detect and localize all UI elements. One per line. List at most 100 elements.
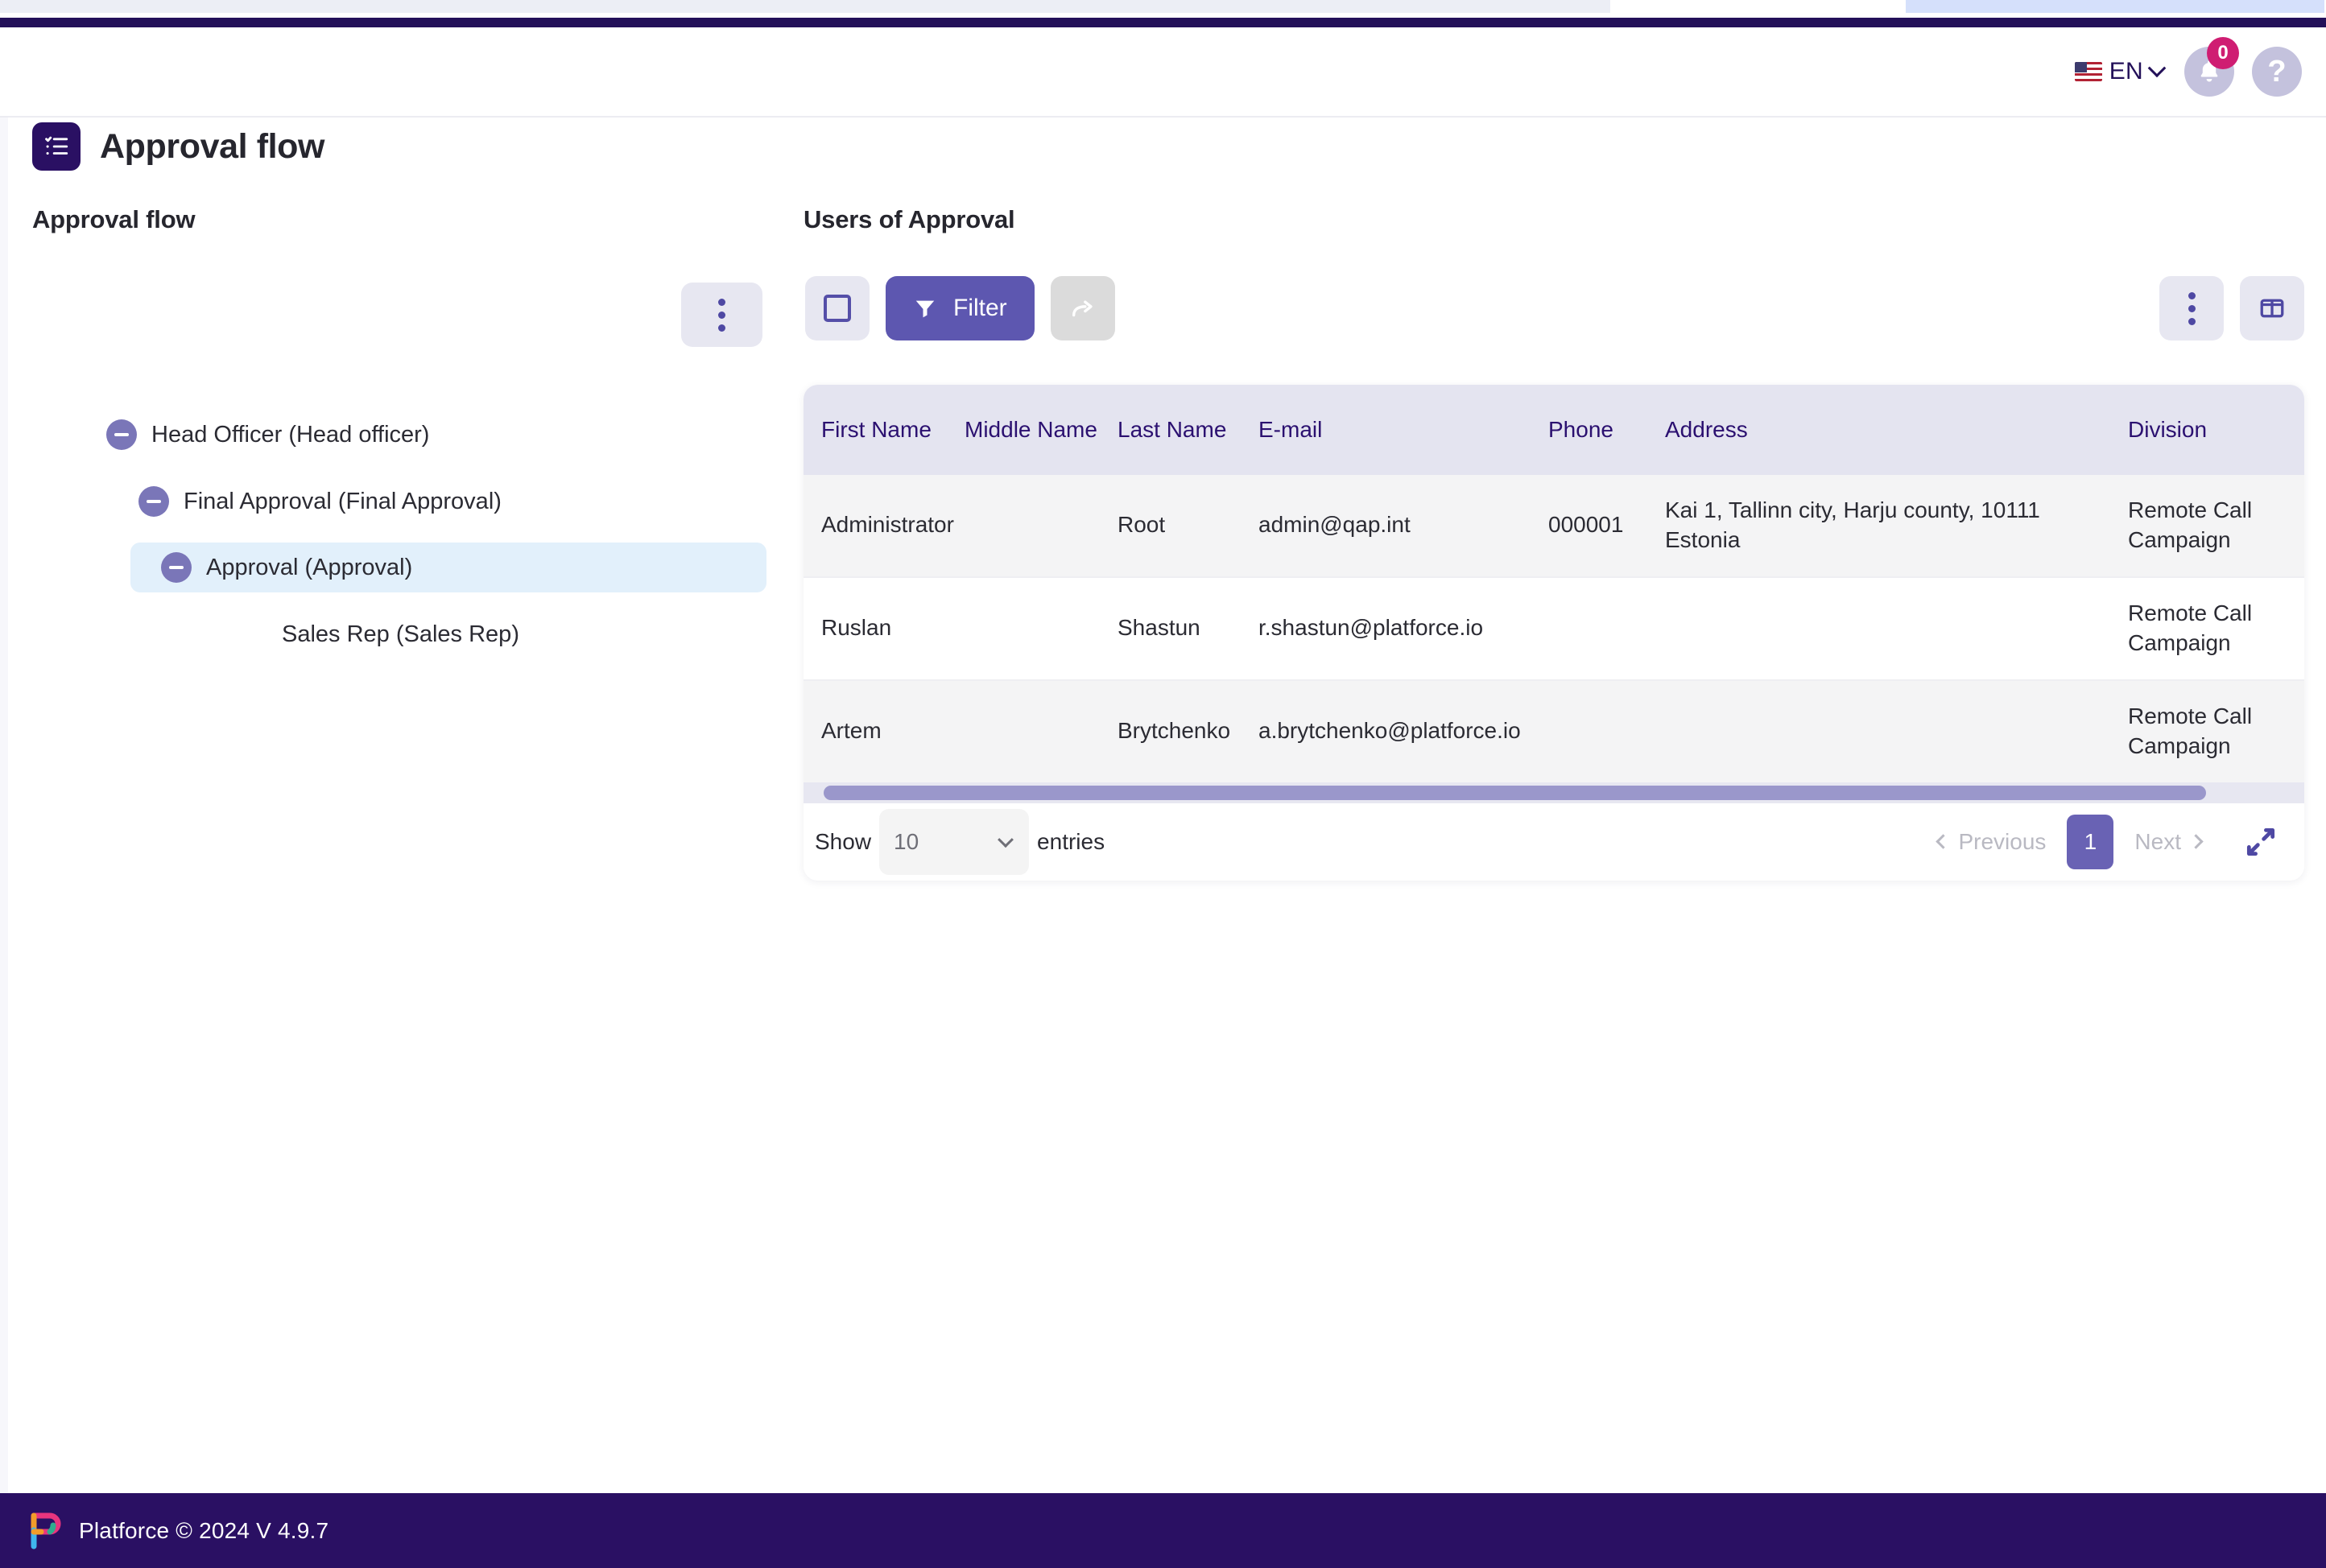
column-header-phone[interactable]: Phone <box>1548 385 1665 475</box>
column-header-middle-name[interactable]: Middle Name <box>965 385 1118 475</box>
column-header-email[interactable]: E-mail <box>1258 385 1548 475</box>
filter-button-label: Filter <box>953 295 1007 321</box>
app-header: EN 0 ? <box>0 27 2326 118</box>
question-mark-icon: ? <box>2267 55 2287 89</box>
tree-node-sales-rep[interactable]: Sales Rep (Sales Rep) <box>229 609 781 659</box>
cell-email: r.shastun@platforce.io <box>1258 576 1548 681</box>
cell-address: Kai 1, Tallinn city, Harju county, 10111… <box>1665 475 2128 578</box>
notifications-button[interactable]: 0 <box>2184 37 2239 97</box>
collapse-toggle-icon[interactable] <box>161 552 192 583</box>
scrollbar-thumb[interactable] <box>824 785 2206 800</box>
collapse-toggle-icon[interactable] <box>138 486 169 517</box>
users-table-card: First Name Middle Name Last Name E-mail … <box>804 385 2304 881</box>
column-header-last-name[interactable]: Last Name <box>1118 385 1258 475</box>
next-page-label: Next <box>2134 828 2181 854</box>
tree-node-head-officer[interactable]: Head Officer (Head officer) <box>98 410 781 460</box>
cell-division: Remote Call Campaign <box>2128 679 2304 782</box>
tree-node-label: Approval (Approval) <box>206 554 413 580</box>
pagination: Previous 1 Next <box>1923 814 2216 869</box>
toolbar-left-group: Filter <box>805 276 1115 340</box>
cell-division: Remote Call Campaign <box>2128 475 2304 578</box>
footer-text: Platforce © 2024 V 4.9.7 <box>79 1517 329 1543</box>
previous-page-button[interactable]: Previous <box>1923 829 2060 855</box>
cell-division: Remote Call Campaign <box>2128 576 2304 681</box>
cell-last-name: Shastun <box>1118 576 1258 681</box>
checkbox-square-icon <box>824 295 851 322</box>
tree-node-label: Final Approval (Final Approval) <box>184 488 502 514</box>
page-left-gutter <box>0 27 8 1493</box>
cell-phone: 000001 <box>1548 475 1665 578</box>
chevron-down-icon <box>2147 59 2167 78</box>
tree-node-final-approval[interactable]: Final Approval (Final Approval) <box>130 477 781 526</box>
language-switcher[interactable]: EN <box>2072 53 2167 90</box>
cell-phone <box>1548 576 1665 681</box>
language-label: EN <box>2109 58 2143 85</box>
forward-arrow-icon <box>1072 300 1093 317</box>
vertical-dots-icon <box>2188 291 2196 325</box>
chevron-left-icon <box>1936 834 1952 849</box>
entries-per-page-select[interactable]: 10 <box>879 808 1030 875</box>
page-title-text: Approval flow <box>100 126 325 166</box>
column-header-address[interactable]: Address <box>1665 385 2128 475</box>
cell-phone <box>1548 679 1665 782</box>
page-title: Approval flow <box>32 122 324 171</box>
tree-node-approval-selected[interactable]: Approval (Approval) <box>130 543 766 592</box>
entries-label: entries <box>1037 828 1105 854</box>
cell-first-name: Ruslan <box>804 576 965 681</box>
show-entries-group: Show 10 entries <box>815 808 1105 875</box>
filter-button[interactable]: Filter <box>886 276 1035 340</box>
entries-select-value: 10 <box>894 828 919 854</box>
previous-page-label: Previous <box>1958 828 2047 854</box>
cell-last-name: Brytchenko <box>1118 679 1258 782</box>
columns-layout-icon <box>2260 299 2284 318</box>
header-actions: EN 0 ? <box>2072 37 2302 97</box>
cell-first-name: Artem <box>804 679 965 782</box>
table-toolbar: Filter <box>804 276 2304 340</box>
page-number-button[interactable]: 1 <box>2067 814 2114 869</box>
browser-tab-strip <box>0 0 2326 18</box>
column-header-division[interactable]: Division <box>2128 385 2304 475</box>
browser-tab-active[interactable] <box>1906 0 2324 13</box>
approval-flow-panel: Approval flow Head Officer (Head officer… <box>32 205 781 647</box>
table-row[interactable]: Artem Brytchenko a.brytchenko@platforce.… <box>804 679 2304 782</box>
cell-email: admin@qap.int <box>1258 475 1548 578</box>
expand-arrows-icon <box>2246 827 2275 856</box>
users-of-approval-panel: Users of Approval Filter First Name Midd… <box>804 205 2304 881</box>
column-header-first-name[interactable]: First Name <box>804 385 965 475</box>
cell-middle-name <box>965 576 1118 681</box>
users-of-approval-heading: Users of Approval <box>804 205 1015 233</box>
vertical-dots-icon <box>718 298 725 332</box>
table-footer: Show 10 entries Previous 1 Next <box>804 803 2304 881</box>
cell-address <box>1665 679 2128 782</box>
users-table-body: Administrator Root admin@qap.int 000001 … <box>804 475 2304 782</box>
column-settings-button[interactable] <box>2240 276 2304 340</box>
table-row[interactable]: Ruslan Shastun r.shastun@platforce.io Re… <box>804 576 2304 681</box>
browser-tab-inactive[interactable] <box>0 0 1610 13</box>
table-horizontal-scrollbar[interactable] <box>804 782 2304 803</box>
toolbar-right-group <box>2159 276 2304 340</box>
table-row[interactable]: Administrator Root admin@qap.int 000001 … <box>804 475 2304 578</box>
help-button[interactable]: ? <box>2252 47 2302 97</box>
cell-middle-name <box>965 475 1118 578</box>
table-header-row: First Name Middle Name Last Name E-mail … <box>804 385 2304 475</box>
us-flag-icon <box>2074 62 2102 81</box>
next-page-button[interactable]: Next <box>2120 829 2216 855</box>
cell-address <box>1665 576 2128 681</box>
cell-last-name: Root <box>1118 475 1258 578</box>
approval-flow-menu-button[interactable] <box>681 283 762 347</box>
users-table: First Name Middle Name Last Name E-mail … <box>804 385 2304 782</box>
users-table-head: First Name Middle Name Last Name E-mail … <box>804 385 2304 475</box>
app-footer: Platforce © 2024 V 4.9.7 <box>0 1493 2326 1568</box>
tree-node-label: Sales Rep (Sales Rep) <box>282 621 519 647</box>
cell-middle-name <box>965 679 1118 782</box>
top-accent-bar <box>0 18 2326 27</box>
expand-table-button[interactable] <box>2240 821 2282 863</box>
show-label: Show <box>815 828 872 854</box>
funnel-icon <box>915 300 935 318</box>
collapse-toggle-icon[interactable] <box>106 419 137 450</box>
table-menu-button[interactable] <box>2159 276 2224 340</box>
tree-node-label: Head Officer (Head officer) <box>151 421 430 448</box>
share-button[interactable] <box>1050 276 1115 340</box>
select-all-button[interactable] <box>805 276 870 340</box>
chevron-down-icon <box>998 831 1014 848</box>
